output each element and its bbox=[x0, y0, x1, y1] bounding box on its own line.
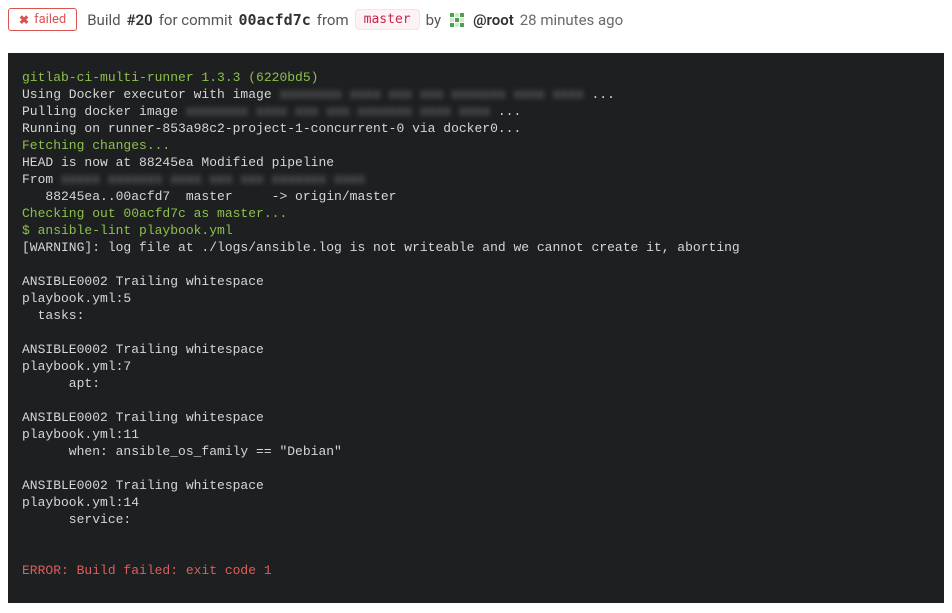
log-line: ANSIBLE0002 Trailing whitespace bbox=[22, 478, 264, 493]
log-line: HEAD is now at 88245ea Modified pipeline bbox=[22, 155, 334, 170]
build-number[interactable]: #20 bbox=[127, 11, 153, 29]
build-word: Build bbox=[87, 11, 120, 29]
log-line: [WARNING]: log file at ./logs/ansible.lo… bbox=[22, 240, 740, 255]
log-line: ANSIBLE0002 Trailing whitespace bbox=[22, 410, 264, 425]
author-link[interactable]: @root bbox=[473, 11, 514, 29]
branch-badge[interactable]: master bbox=[355, 9, 420, 30]
log-line: service: bbox=[22, 512, 131, 527]
avatar-icon[interactable] bbox=[447, 10, 467, 30]
log-line: 88245ea..00acfd7 master -> origin/master bbox=[22, 189, 396, 204]
log-error: ERROR: Build failed: exit code 1 bbox=[22, 563, 272, 578]
log-line: ANSIBLE0002 Trailing whitespace bbox=[22, 274, 264, 289]
log-line: Pulling docker image xxxxxxxx xxxx xxx x… bbox=[22, 104, 521, 119]
log-line: ANSIBLE0002 Trailing whitespace bbox=[22, 342, 264, 357]
log-line: playbook.yml:5 bbox=[22, 291, 131, 306]
redacted-text: xxxxx xxxxxxx xxxx xxx xxx xxxxxxx xxxx bbox=[61, 172, 365, 187]
status-badge: ✖ failed bbox=[8, 8, 77, 31]
log-line: tasks: bbox=[22, 308, 84, 323]
log-line: Running on runner-853a98c2-project-1-con… bbox=[22, 121, 521, 136]
log-line: apt: bbox=[22, 376, 100, 391]
log-line: playbook.yml:11 bbox=[22, 427, 139, 442]
redacted-text: xxxxxxxx xxxx xxx xxx xxxxxxx xxxx xxxx bbox=[279, 87, 583, 102]
log-line: playbook.yml:14 bbox=[22, 495, 139, 510]
from-word: from bbox=[317, 11, 349, 29]
time-ago: 28 minutes ago bbox=[520, 11, 623, 29]
failed-icon: ✖ bbox=[19, 14, 29, 26]
build-log[interactable]: gitlab-ci-multi-runner 1.3.3 (6220bd5) U… bbox=[8, 53, 944, 603]
log-line: when: ansible_os_family == "Debian" bbox=[22, 444, 342, 459]
log-runner: gitlab-ci-multi-runner 1.3.3 (6220bd5) bbox=[22, 70, 318, 85]
log-fetch: Fetching changes... bbox=[22, 138, 170, 153]
log-line: Using Docker executor with image xxxxxxx… bbox=[22, 87, 615, 102]
log-line: From xxxxx xxxxxxx xxxx xxx xxx xxxxxxx … bbox=[22, 172, 365, 187]
build-header: ✖ failed Build #20 for commit 00acfd7c f… bbox=[0, 0, 952, 39]
commit-hash[interactable]: 00acfd7c bbox=[239, 11, 311, 29]
log-command: $ ansible-lint playbook.yml bbox=[22, 223, 233, 238]
log-checkout: Checking out 00acfd7c as master... bbox=[22, 206, 287, 221]
log-line: playbook.yml:7 bbox=[22, 359, 131, 374]
by-word: by bbox=[426, 11, 441, 29]
build-summary: Build #20 for commit 00acfd7c from maste… bbox=[87, 9, 623, 30]
for-commit-word: for commit bbox=[159, 11, 233, 29]
status-label: failed bbox=[34, 13, 66, 26]
redacted-text: xxxxxxxx xxxx xxx xxx xxxxxxx xxxx xxxx bbox=[186, 104, 490, 119]
